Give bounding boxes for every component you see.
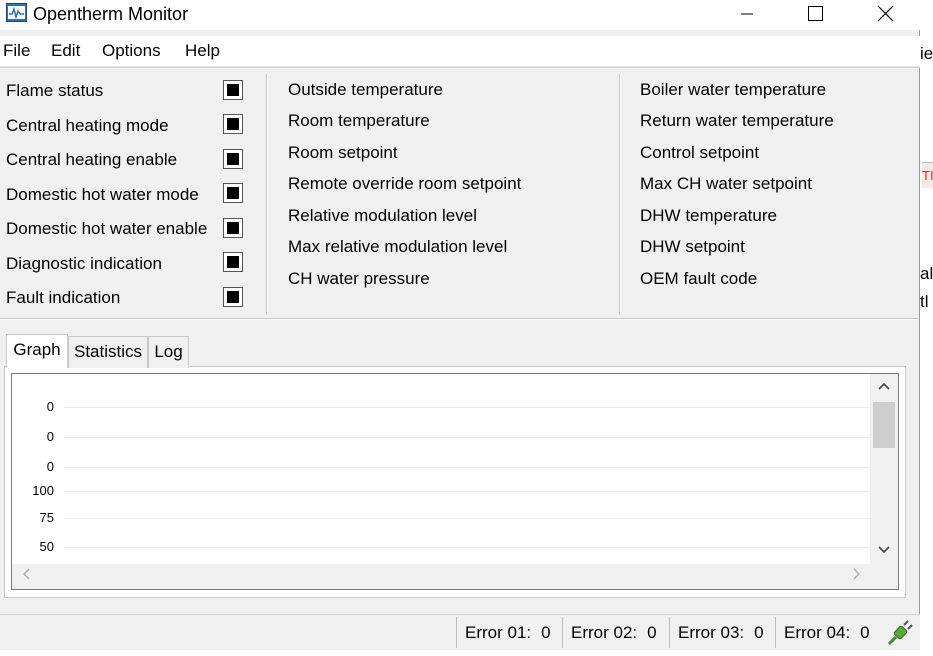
window-title: Opentherm Monitor: [33, 4, 189, 24]
value-label: Room setpoint: [288, 143, 398, 162]
maximize-button[interactable]: [786, 0, 844, 30]
minimize-button[interactable]: [718, 0, 776, 30]
background-text: TI: [922, 162, 933, 188]
error-label: Error 02:: [571, 623, 638, 642]
value-label: Max relative modulation level: [288, 237, 508, 256]
dhw-mode-indicator: [223, 183, 243, 203]
value-label: DHW temperature: [640, 206, 777, 225]
value-label: OEM fault code: [640, 269, 758, 288]
plug-connection-icon[interactable]: [887, 620, 915, 646]
graph-area[interactable]: 0 0 0 100 75 50: [11, 373, 899, 590]
background-text: tl: [920, 292, 929, 311]
menu-bar: File Edit Options Help: [0, 36, 920, 66]
error-value: 0: [541, 623, 551, 642]
status-label: Fault indication: [6, 288, 121, 307]
menu-options[interactable]: Options: [102, 41, 161, 61]
tab-statistics[interactable]: Statistics: [68, 336, 148, 368]
axis-tick-label: 50: [39, 539, 54, 554]
background-text: al: [920, 264, 933, 283]
error-03-field: Error 03: 0: [669, 617, 764, 648]
column-divider: [619, 73, 621, 315]
grid-line: [64, 518, 876, 519]
axis-tick-label: 75: [39, 510, 54, 525]
opentherm-app-icon: [6, 3, 27, 22]
axis-tick-label: 0: [46, 429, 54, 444]
error-label: Error 03:: [678, 623, 745, 642]
axis-tick-label: 100: [32, 483, 54, 498]
value-label: Boiler water temperature: [640, 80, 827, 99]
value-label: Relative modulation level: [288, 206, 477, 225]
ch-enable-indicator: [223, 149, 243, 169]
column-divider: [266, 73, 268, 315]
value-label: CH water pressure: [288, 269, 430, 288]
value-label: Remote override room setpoint: [288, 174, 522, 193]
vertical-scrollbar[interactable]: [870, 374, 898, 564]
status-label: Central heating enable: [6, 150, 178, 169]
grid-line: [64, 467, 876, 468]
menu-divider: [0, 66, 920, 68]
error-value: 0: [754, 623, 764, 642]
title-bar[interactable]: Opentherm Monitor: [0, 0, 920, 30]
scroll-up-icon[interactable]: [877, 378, 891, 394]
error-02-field: Error 02: 0: [562, 617, 657, 648]
app-window: Opentherm Monitor File Edit Options Help…: [0, 0, 920, 650]
error-value: 0: [860, 623, 870, 642]
status-label: Central heating mode: [6, 116, 169, 135]
grid-line: [64, 437, 876, 438]
section-divider: [0, 318, 918, 320]
scroll-left-icon[interactable]: [21, 567, 31, 584]
close-button[interactable]: [857, 0, 915, 30]
fault-indicator: [223, 287, 243, 307]
status-bar: Error 01: 0 Error 02: 0 Error 03: 0 Error 0…: [0, 614, 920, 650]
value-label: DHW setpoint: [640, 237, 745, 256]
menu-file[interactable]: File: [3, 41, 30, 61]
tab-log[interactable]: Log: [148, 336, 189, 368]
tab-graph[interactable]: Graph: [6, 334, 68, 368]
status-label: Diagnostic indication: [6, 254, 162, 273]
dhw-enable-indicator: [223, 218, 243, 238]
scroll-thumb[interactable]: [873, 402, 895, 448]
error-value: 0: [647, 623, 657, 642]
axis-tick-label: 0: [46, 459, 54, 474]
ch-mode-indicator: [223, 114, 243, 134]
error-label: Error 04:: [784, 623, 851, 642]
error-04-field: Error 04: 0: [775, 617, 870, 648]
flame-status-indicator: [223, 80, 243, 100]
horizontal-scrollbar[interactable]: [12, 564, 870, 589]
status-label: Domestic hot water mode: [6, 185, 199, 204]
grid-line: [64, 407, 876, 408]
background-text: ie: [920, 44, 933, 63]
error-label: Error 01:: [465, 623, 532, 642]
axis-tick-label: 0: [46, 399, 54, 414]
value-label: Max CH water setpoint: [640, 174, 812, 193]
background-window: ie TI al tl: [920, 0, 933, 656]
error-01-field: Error 01: 0: [456, 617, 551, 648]
grid-line: [64, 547, 876, 548]
value-label: Control setpoint: [640, 143, 760, 162]
scroll-corner: [870, 564, 898, 589]
menu-edit[interactable]: Edit: [51, 41, 80, 61]
status-label: Domestic hot water enable: [6, 219, 208, 238]
menu-help[interactable]: Help: [185, 41, 220, 61]
value-label: Return water temperature: [640, 111, 834, 130]
status-label: Flame status: [6, 81, 104, 100]
diagnostic-indicator: [223, 252, 243, 272]
value-label: Room temperature: [288, 111, 430, 130]
value-label: Outside temperature: [288, 80, 443, 99]
grid-line: [64, 491, 876, 492]
scroll-down-icon[interactable]: [877, 542, 891, 558]
scroll-right-icon[interactable]: [852, 567, 862, 584]
